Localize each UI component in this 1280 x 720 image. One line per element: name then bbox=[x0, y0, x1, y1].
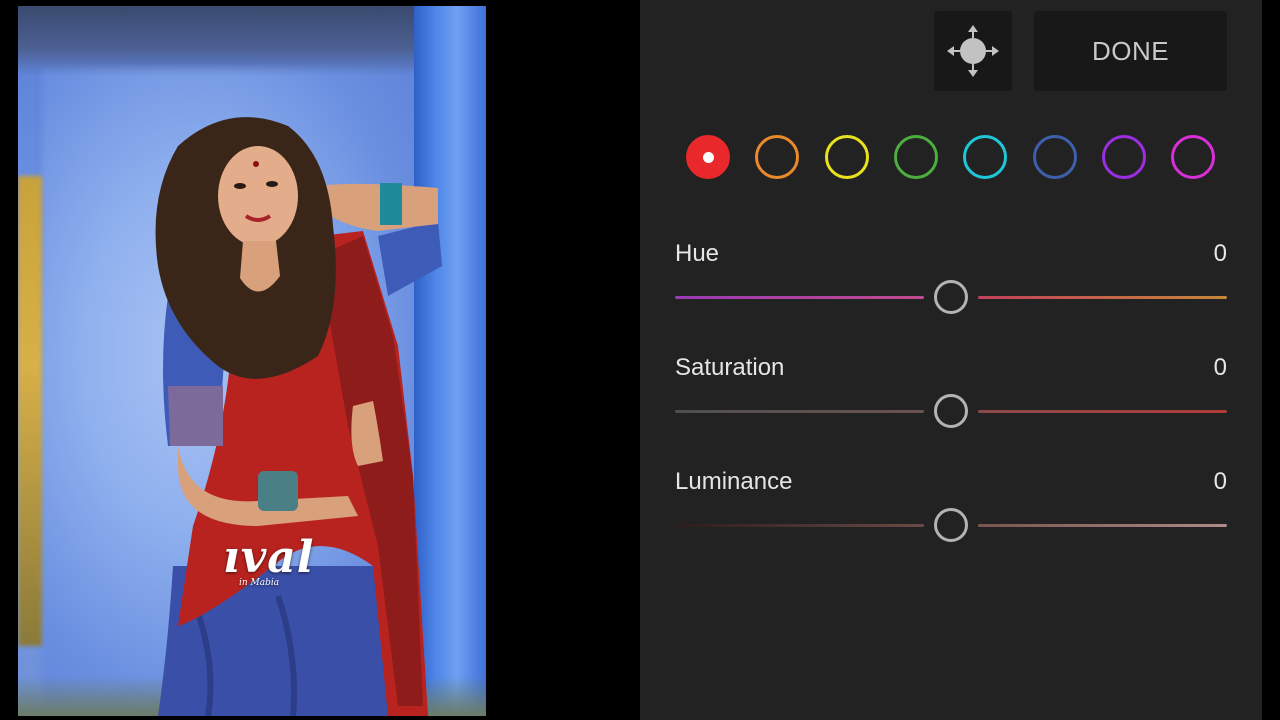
hue-track-right[interactable] bbox=[978, 296, 1227, 299]
color-mix-panel: DONE Hue 0 Saturation 0 Luminance 0 bbox=[640, 0, 1262, 720]
photo-subject bbox=[155, 117, 442, 716]
done-button[interactable]: DONE bbox=[1034, 11, 1227, 91]
swatch-aqua[interactable] bbox=[963, 135, 1007, 179]
luminance-label: Luminance bbox=[675, 468, 793, 495]
targeted-adjustment-button[interactable] bbox=[934, 11, 1012, 91]
swatch-red[interactable] bbox=[686, 135, 730, 179]
saturation-slider-thumb[interactable] bbox=[934, 394, 968, 428]
app-screen: ıval in Mabia DONE Hue 0 Saturation 0 Lumina… bbox=[0, 0, 1280, 720]
swatch-orange[interactable] bbox=[755, 135, 799, 179]
luminance-track-right[interactable] bbox=[978, 524, 1227, 527]
hue-label: Hue bbox=[675, 240, 720, 267]
luminance-slider: Luminance 0 bbox=[675, 468, 1227, 548]
hue-slider-thumb[interactable] bbox=[934, 280, 968, 314]
hue-value: 0 bbox=[1213, 240, 1227, 267]
swatch-magenta[interactable] bbox=[1171, 135, 1215, 179]
saturation-track-left[interactable] bbox=[675, 410, 924, 413]
saturation-slider: Saturation 0 bbox=[675, 354, 1227, 434]
saturation-value: 0 bbox=[1213, 354, 1227, 381]
saturation-track-right[interactable] bbox=[978, 410, 1227, 413]
color-swatch-row bbox=[686, 135, 1216, 181]
hue-track-left[interactable] bbox=[675, 296, 924, 299]
targeted-adjustment-icon bbox=[947, 25, 999, 77]
luminance-track-left[interactable] bbox=[675, 524, 924, 527]
swatch-yellow[interactable] bbox=[825, 135, 869, 179]
luminance-value: 0 bbox=[1213, 468, 1227, 495]
hue-slider: Hue 0 bbox=[675, 240, 1227, 320]
swatch-purple[interactable] bbox=[1102, 135, 1146, 179]
watermark-main-text: ıval bbox=[223, 532, 315, 583]
luminance-slider-thumb[interactable] bbox=[934, 508, 968, 542]
photo-watermark: ıval in Mabia bbox=[223, 532, 315, 589]
photo-preview: ıval in Mabia bbox=[18, 6, 486, 716]
swatch-green[interactable] bbox=[894, 135, 938, 179]
selected-indicator-dot bbox=[702, 151, 714, 163]
swatch-blue[interactable] bbox=[1033, 135, 1077, 179]
saturation-label: Saturation bbox=[675, 354, 785, 381]
